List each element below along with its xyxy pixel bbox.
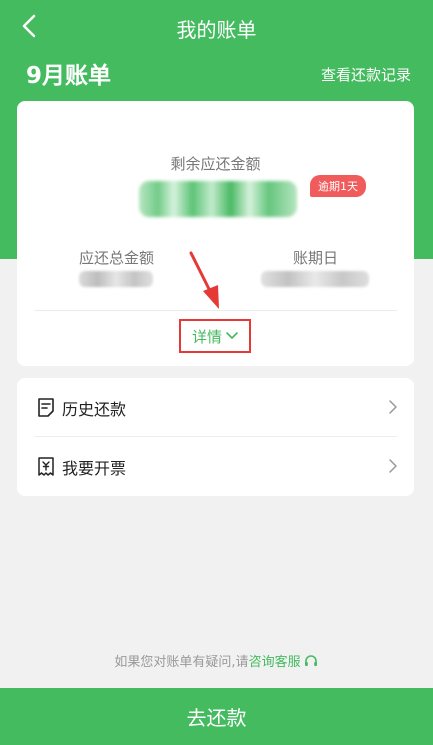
headset-icon[interactable] xyxy=(303,653,319,669)
nav-bar: 我的账单 xyxy=(0,0,433,52)
menu-item-history-repayment[interactable]: 历史还款 xyxy=(17,378,414,437)
chevron-right-icon xyxy=(389,400,397,414)
customer-service-link[interactable]: 咨询客服 xyxy=(249,655,301,670)
menu-item-label: 历史还款 xyxy=(62,400,127,419)
menu-item-label: 我要开票 xyxy=(62,459,127,478)
billing-date-label: 账期日 xyxy=(293,249,339,267)
chevron-right-icon xyxy=(389,459,397,473)
chevron-down-icon xyxy=(226,332,238,339)
bill-card: 剩余应还金额 逾期1天 应还总金额 账期日 详情 xyxy=(17,101,414,366)
details-toggle-button[interactable]: 详情 xyxy=(179,319,251,353)
total-amount-label: 应还总金额 xyxy=(79,249,155,267)
menu-item-request-invoice[interactable]: 我要开票 xyxy=(17,437,414,495)
invoice-icon xyxy=(38,457,54,476)
billing-date-value-blurred xyxy=(261,271,369,287)
total-amount-value-blurred xyxy=(79,271,153,287)
month-title: 9月账单 xyxy=(26,63,112,89)
overdue-badge: 逾期1天 xyxy=(310,175,366,197)
help-text: 如果您对账单有疑问,请咨询客服 xyxy=(0,651,433,670)
menu-card: 历史还款 我要开票 xyxy=(17,378,414,496)
details-label: 详情 xyxy=(191,327,222,346)
remaining-amount-value-blurred xyxy=(139,181,297,217)
receipt-list-icon xyxy=(38,398,54,417)
annotation-arrow xyxy=(189,251,219,309)
pay-button[interactable]: 去还款 xyxy=(0,688,433,745)
repayment-records-link[interactable]: 查看还款记录 xyxy=(321,64,411,85)
remaining-amount-label: 剩余应还金额 xyxy=(170,155,261,173)
help-prefix: 如果您对账单有疑问,请 xyxy=(114,655,249,670)
page-title: 我的账单 xyxy=(176,18,257,42)
